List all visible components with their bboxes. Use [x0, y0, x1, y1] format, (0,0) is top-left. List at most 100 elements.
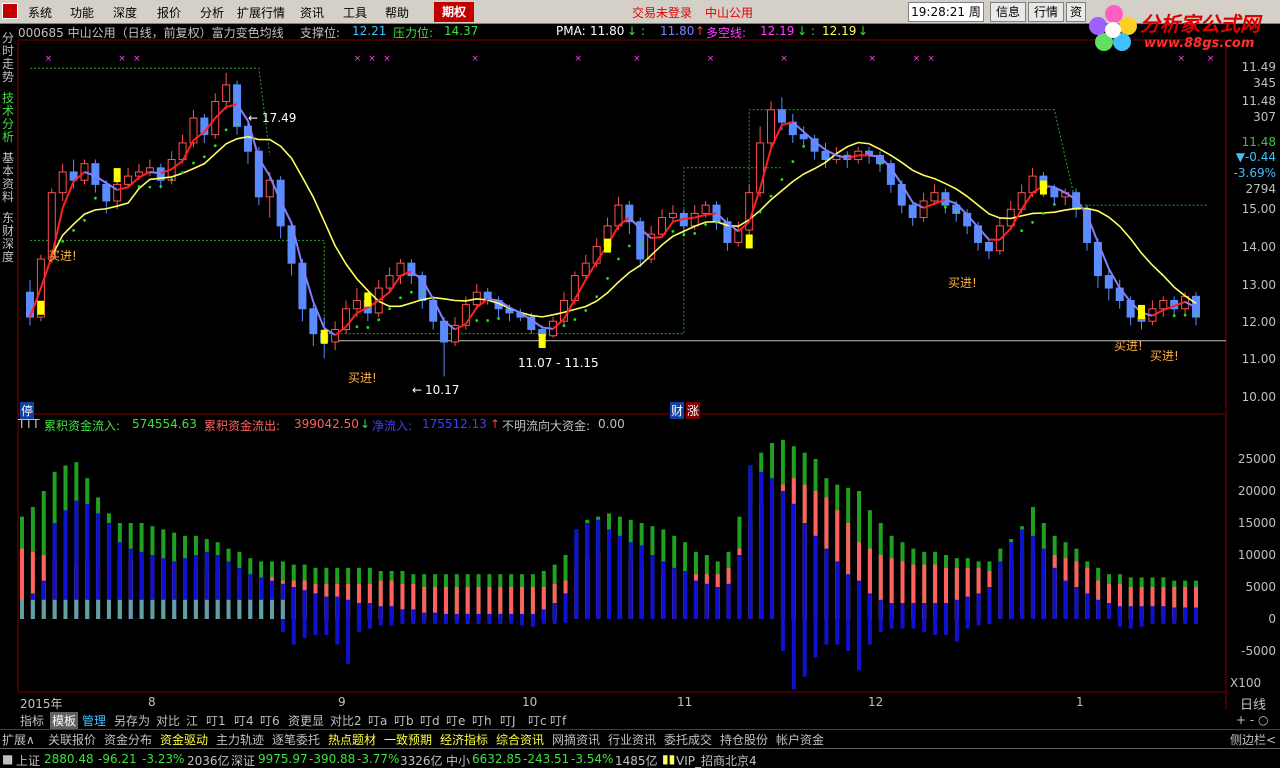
ext-bar-item[interactable]: 经济指标: [440, 731, 488, 748]
net-bar: [1009, 542, 1014, 619]
unknown-bar: [259, 599, 264, 619]
trend-dot: [584, 309, 588, 312]
pma-line-segment: [573, 279, 587, 300]
indicator-axis-label: 0: [1268, 612, 1276, 626]
outflow-bar: [878, 555, 883, 619]
net-outflow-bar: [400, 619, 405, 625]
outflow-bar: [759, 503, 764, 619]
func-bar-item[interactable]: 叮4: [234, 712, 254, 729]
buy-signal: 买进!: [1114, 339, 1143, 353]
tab-technical[interactable]: 技术分析: [2, 92, 16, 144]
func-bar-item[interactable]: 指标: [20, 712, 44, 729]
ext-bar-item[interactable]: 资金驱动: [160, 731, 208, 748]
rise-badge[interactable]: 涨: [686, 402, 701, 419]
tab-intraday[interactable]: 分时走势: [2, 32, 16, 84]
sz-index-label[interactable]: 深证: [231, 752, 255, 768]
ext-bar-item[interactable]: 一致预期: [384, 731, 432, 748]
menu-options-button[interactable]: 期权: [434, 2, 474, 22]
pma-line-segment: [192, 131, 205, 141]
indicator-axis-label: 15000: [1237, 516, 1276, 530]
menu-system[interactable]: 系统: [28, 4, 52, 21]
kline-chart[interactable]: × × × × × × × × × × × × × × × ×: [0, 0, 1280, 768]
func-bar-item[interactable]: 叮c: [528, 712, 547, 729]
func-bar-item[interactable]: 江: [186, 712, 198, 729]
signal-marker: ×: [869, 54, 877, 64]
candle-body: [941, 192, 950, 206]
zx-index-amount: 1485亿: [615, 754, 658, 768]
candle-body: [36, 258, 45, 318]
zx-index-label[interactable]: 中小: [446, 752, 470, 768]
indicator-name[interactable]: TTT: [18, 417, 40, 431]
trend-dot: [617, 257, 620, 261]
inflow-bar: [1052, 535, 1057, 619]
func-bar-item[interactable]: 叮6: [260, 712, 280, 729]
net-bar: [498, 613, 503, 619]
inflow-bar: [226, 548, 231, 619]
inflow-bar: [726, 551, 731, 619]
sidebar-toggle[interactable]: 侧边栏<: [1230, 731, 1276, 748]
func-bar-item[interactable]: 叮h: [472, 712, 492, 729]
net-bar: [378, 606, 383, 619]
finance-badge[interactable]: 财: [670, 402, 685, 419]
func-bar-item[interactable]: 叮1: [206, 712, 226, 729]
ext-bar-item[interactable]: 网摘资讯: [552, 731, 600, 748]
func-bar-item[interactable]: 另存为: [114, 712, 150, 729]
net-outflow-bar: [1139, 619, 1144, 627]
menu-tools[interactable]: 工具: [343, 4, 367, 21]
func-bar-item[interactable]: 叮d: [420, 712, 440, 729]
ext-bar-item[interactable]: 持仓股份: [720, 731, 768, 748]
ext-bar-item[interactable]: 委托成交: [664, 731, 712, 748]
ext-bar-item[interactable]: 行业资讯: [608, 731, 656, 748]
net-bar: [204, 551, 209, 619]
ext-bar-item[interactable]: 帐户资金: [776, 731, 824, 748]
menu-help[interactable]: 帮助: [385, 4, 409, 21]
ext-bar-item[interactable]: 逐笔委托: [272, 731, 320, 748]
zoom-controls[interactable]: + - ○: [1236, 713, 1268, 727]
func-bar-item[interactable]: 模板: [50, 712, 79, 729]
net-outflow-bar: [313, 619, 318, 635]
ext-bar-item[interactable]: 主力轨迹: [216, 731, 264, 748]
menu-quote[interactable]: 报价: [157, 4, 181, 21]
pma-line-segment: [214, 106, 227, 119]
server-name[interactable]: VIP_招商北京4: [676, 752, 757, 768]
tab-eastmoney-depth[interactable]: 东财深度: [2, 212, 16, 264]
candle-body: [647, 233, 656, 260]
outflow-bar: [1096, 580, 1101, 619]
resource-button[interactable]: 资: [1066, 2, 1086, 22]
func-bar-item[interactable]: 叮b: [394, 712, 414, 729]
func-bar-item[interactable]: 对比: [156, 712, 180, 729]
outflow-bar: [835, 510, 840, 619]
inflow-bar: [596, 516, 601, 619]
func-bar-item[interactable]: 对比2: [330, 712, 362, 729]
inflow-bar: [639, 523, 644, 619]
func-bar-item[interactable]: 管理: [82, 712, 106, 729]
ext-bar-item[interactable]: 扩展∧: [2, 731, 35, 748]
sh-index-label[interactable]: 上证: [16, 752, 40, 768]
ext-bar-item[interactable]: 综合资讯: [496, 731, 544, 748]
pma-line-segment: [923, 202, 935, 209]
menu-depth[interactable]: 深度: [113, 4, 137, 21]
market-button[interactable]: 行情: [1028, 2, 1064, 22]
net-bar: [976, 593, 981, 619]
menu-analysis[interactable]: 分析: [200, 4, 224, 21]
func-bar-item[interactable]: 叮J: [500, 712, 516, 729]
price-axis-label: 2794: [1245, 182, 1276, 196]
ext-bar-item[interactable]: 关联报价: [48, 731, 96, 748]
func-bar-item[interactable]: 叮f: [550, 712, 566, 729]
menu-function[interactable]: 功能: [70, 4, 94, 21]
signal-marker: ×: [471, 54, 479, 64]
func-bar-item[interactable]: 叮a: [368, 712, 387, 729]
func-bar-item[interactable]: 叮e: [446, 712, 465, 729]
menu-news[interactable]: 资讯: [300, 4, 324, 21]
ext-bar-item[interactable]: 热点题材: [328, 731, 376, 748]
ext-bar-item[interactable]: 资金分布: [104, 731, 152, 748]
trade-login-status[interactable]: 交易未登录: [632, 4, 692, 21]
func-bar-item[interactable]: 资更显: [288, 712, 324, 729]
menu-ext-market[interactable]: 扩展行情: [237, 4, 285, 21]
candle-body: [309, 308, 318, 335]
tab-fundamental[interactable]: 基本资料: [2, 152, 16, 204]
info-button[interactable]: 信息: [990, 2, 1026, 22]
outflow-bar: [541, 587, 546, 619]
net-bar: [422, 612, 427, 619]
pma-line-segment: [498, 299, 511, 309]
